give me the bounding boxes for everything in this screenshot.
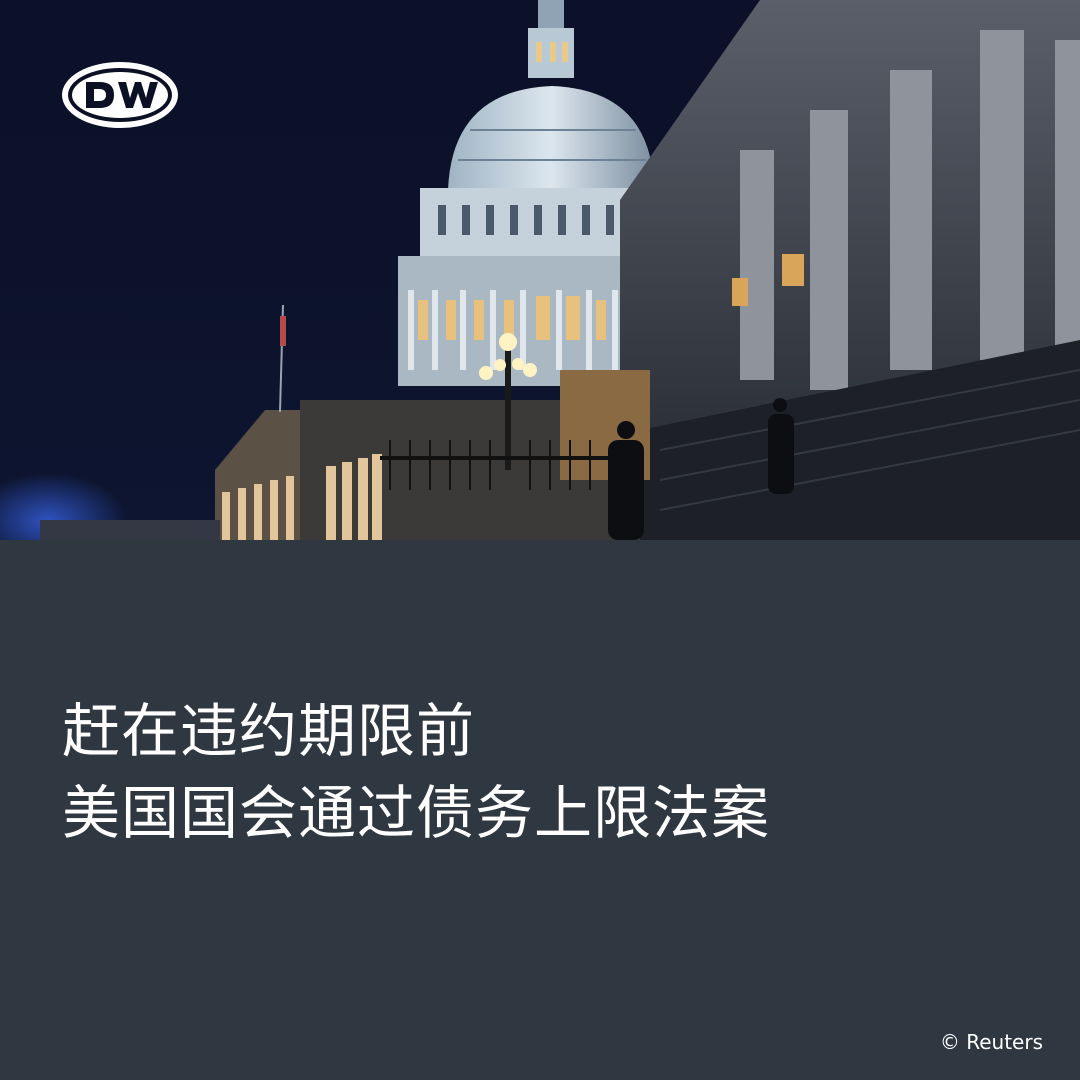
post-card: 赶在违约期限前 美国国会通过债务上限法案 © Reuters — [0, 0, 1080, 1080]
dw-logo — [62, 62, 178, 128]
headline-line-2: 美国国会通过债务上限法案 — [62, 779, 771, 847]
headline: 赶在违约期限前 美国国会通过债务上限法案 — [62, 690, 770, 854]
capitol-photo — [0, 0, 1080, 540]
photo-credit: © Reuters — [939, 1030, 1043, 1054]
headline-line-1: 赶在违约期限前 — [62, 697, 476, 765]
